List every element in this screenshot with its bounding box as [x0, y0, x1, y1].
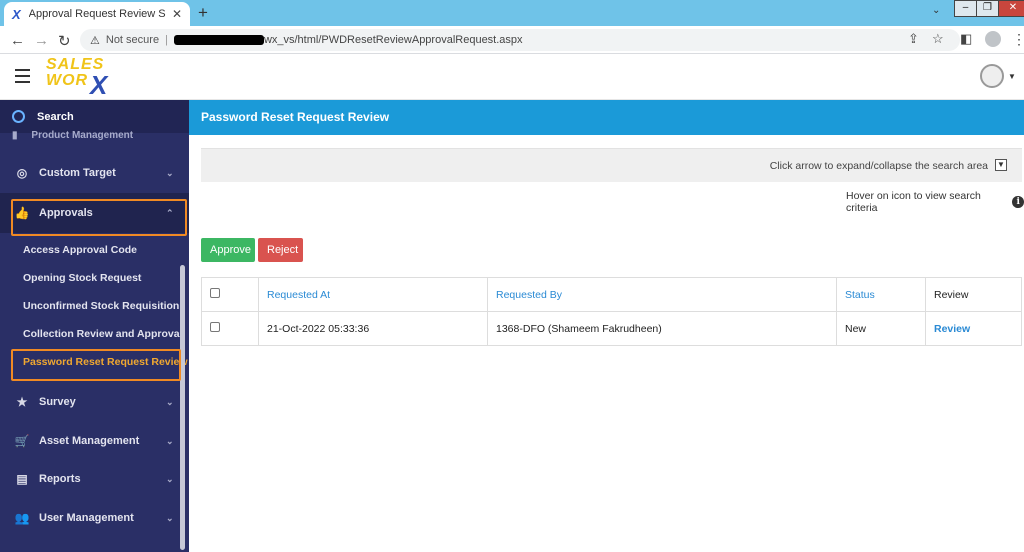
url-path: wx_vs/html/PWDResetReviewApprovalRequest… — [263, 34, 523, 46]
redacted-host — [173, 35, 264, 45]
table-header-row: Requested At Requested By Status Review — [201, 277, 1022, 312]
sidebar-item-asset-management[interactable]: 🛒 Asset Management ⌄ — [0, 429, 189, 453]
minimize-icon[interactable]: – — [954, 0, 977, 17]
select-all-cell — [201, 277, 259, 312]
user-menu-caret-icon[interactable]: ▼ — [1008, 72, 1016, 81]
browser-menu-icon[interactable]: ⋮ — [1012, 31, 1024, 48]
not-secure-label: Not secure — [105, 34, 160, 46]
cart-icon: 🛒 — [14, 434, 30, 448]
sidebar-item-reports[interactable]: ▤ Reports ⌄ — [0, 467, 189, 491]
new-tab-button[interactable]: + — [198, 3, 208, 23]
tab-title: Approval Request Review SalesW — [28, 8, 166, 20]
side-panel-icon[interactable]: ◧ — [960, 31, 972, 47]
highlight-approvals — [11, 199, 187, 236]
row-checkbox[interactable] — [210, 322, 220, 332]
sidebar-item-label: User Management — [39, 512, 134, 524]
share-icon[interactable]: ⇪ — [908, 31, 919, 47]
close-tab-icon[interactable]: ✕ — [172, 7, 182, 21]
salesworx-logo: SALES WOR X — [46, 56, 108, 100]
cell-status: New — [836, 311, 926, 346]
approve-button[interactable]: Approve — [201, 238, 255, 262]
sidebar-item-label: Survey — [39, 396, 76, 408]
address-bar: ← → ↻ ⚠ Not secure | wx_vs/html/PWDReset… — [0, 26, 1024, 54]
cell-requested-at: 21-Oct-2022 05:33:36 — [258, 311, 488, 346]
sidebar-item-survey[interactable]: ★ Survey ⌄ — [0, 390, 189, 414]
expand-arrow-icon[interactable]: ▼ — [995, 159, 1007, 171]
users-icon: 👥 — [14, 511, 30, 525]
chevron-down-icon: ⌄ — [166, 512, 174, 523]
reject-button[interactable]: Reject — [258, 238, 303, 262]
header-requested-by[interactable]: Requested By — [487, 277, 837, 312]
app-header: SALES WOR X ▼ — [0, 54, 1024, 100]
window-controls: – ❐ ✕ — [954, 0, 1024, 17]
back-icon[interactable]: ← — [10, 32, 25, 49]
sidebar-subitem-opening-stock-request[interactable]: Opening Stock Request — [23, 272, 141, 284]
hover-hint-text: Hover on icon to view search criteria — [846, 190, 981, 214]
bookmark-star-icon[interactable]: ☆ — [932, 31, 944, 47]
chevron-down-icon: ⌄ — [166, 396, 174, 407]
chevron-down-icon: ⌄ — [166, 435, 174, 446]
browser-tab-bar: X Approval Request Review SalesW ✕ + ⌄ –… — [0, 0, 1024, 26]
search-toggle-text: Click arrow to expand/collapse the searc… — [769, 160, 988, 172]
sidebar-scrollbar[interactable] — [180, 265, 185, 550]
report-icon: ▤ — [16, 472, 28, 486]
sidebar-subitem-collection-review[interactable]: Collection Review and Approval — [23, 328, 182, 340]
target-icon: ◎ — [16, 166, 28, 180]
cell-review: Review — [925, 311, 1022, 346]
requests-table: Requested At Requested By Status Review … — [201, 277, 1022, 346]
search-collapse-bar: Click arrow to expand/collapse the searc… — [201, 148, 1022, 182]
forward-icon[interactable]: → — [34, 32, 49, 49]
browser-tab[interactable]: X Approval Request Review SalesW ✕ — [4, 2, 190, 26]
sidebar-item-label: Reports — [39, 473, 81, 485]
header-requested-at[interactable]: Requested At — [258, 277, 488, 312]
sidebar-subitem-unconfirmed-stock-requisition[interactable]: Unconfirmed Stock Requisition — [23, 300, 179, 312]
url-field[interactable]: ⚠ Not secure | wx_vs/html/PWDResetReview… — [80, 29, 960, 51]
sidebar-search-label: Search — [37, 110, 74, 123]
cell-requested-by: 1368-DFO (Shameem Fakrudheen) — [487, 311, 837, 346]
star-icon: ★ — [16, 395, 28, 409]
info-icon[interactable]: i — [1012, 196, 1024, 208]
sidebar-item-label: Custom Target — [39, 167, 116, 179]
header-status[interactable]: Status — [836, 277, 926, 312]
sidebar-item-custom-target[interactable]: ◎ Custom Target ⌄ — [0, 160, 189, 186]
hamburger-menu-icon[interactable] — [15, 69, 30, 83]
search-icon — [12, 110, 25, 123]
salesworx-favicon-icon: X — [12, 6, 21, 22]
page-title: Password Reset Request Review — [189, 100, 1024, 135]
sidebar-subitem-access-approval-code[interactable]: Access Approval Code — [23, 244, 137, 256]
reload-icon[interactable]: ↻ — [58, 32, 71, 50]
sidebar-item-label: Asset Management — [39, 435, 140, 447]
tab-search-icon[interactable]: ⌄ — [932, 5, 940, 16]
table-row: 21-Oct-2022 05:33:36 1368-DFO (Shameem F… — [201, 311, 1022, 346]
chevron-down-icon: ⌄ — [166, 473, 174, 484]
sidebar: Search ▮ Product Management ◎ Custom Tar… — [0, 100, 189, 552]
browser-profile-icon[interactable] — [985, 31, 1001, 47]
sidebar-item-product-management[interactable]: ▮ Product Management — [12, 130, 133, 141]
chevron-down-icon: ⌄ — [166, 167, 174, 178]
warning-icon: ⚠ — [90, 34, 100, 47]
header-review: Review — [925, 277, 1022, 312]
url-separator: | — [165, 34, 168, 46]
review-link[interactable]: Review — [934, 323, 970, 335]
search-criteria-hint: Hover on icon to view search criteria i — [846, 190, 1024, 214]
select-all-checkbox[interactable] — [210, 288, 220, 298]
sidebar-search[interactable]: Search — [0, 100, 189, 133]
highlight-password-reset — [11, 349, 181, 381]
row-select-cell — [201, 311, 259, 346]
window-close-icon[interactable]: ✕ — [998, 0, 1024, 17]
user-avatar-icon[interactable] — [980, 64, 1004, 88]
restore-icon[interactable]: ❐ — [976, 0, 999, 17]
sidebar-item-user-management[interactable]: 👥 User Management ⌄ — [0, 506, 189, 530]
